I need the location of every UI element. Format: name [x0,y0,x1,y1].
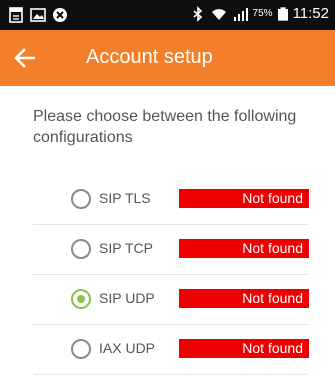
system-indicators: 75% 11:52 [190,5,329,22]
radio-button[interactable] [71,339,91,359]
status-badge: Not found [179,239,309,258]
status-bar: 75% 11:52 [0,0,335,30]
intro-text: Please choose between the following conf… [33,108,297,146]
radio-button[interactable] [71,239,91,259]
config-label: SIP TCP [99,240,153,256]
app-bar: Account setup [0,30,335,86]
battery-percent: 75% [252,8,273,19]
status-badge: Not found [179,289,309,308]
notification-icons [8,7,68,23]
arrow-left-icon[interactable] [12,44,40,72]
config-row-iax-udp[interactable]: IAX UDP Not found [33,324,309,375]
radio-button[interactable] [71,189,91,209]
config-row-sip-udp[interactable]: SIP UDP Not found [33,274,309,325]
image-icon [30,8,46,22]
status-badge: Not found [179,189,309,208]
config-row-sip-tls[interactable]: SIP TLS Not found [33,174,309,225]
document-icon [9,7,23,23]
bluetooth-icon [193,5,202,22]
config-row-sip-tcp[interactable]: SIP TCP Not found [33,224,309,275]
clock: 11:52 [292,5,329,22]
battery-icon [277,6,288,21]
config-label: SIP TLS [99,190,151,206]
signal-icon [233,7,248,21]
page-title: Account setup [86,46,213,68]
radio-button-selected[interactable] [71,289,91,309]
wifi-icon [211,8,226,20]
config-label: SIP UDP [99,290,155,306]
status-badge: Not found [179,339,309,358]
close-circle-icon [53,8,67,22]
config-label: IAX UDP [99,340,156,356]
